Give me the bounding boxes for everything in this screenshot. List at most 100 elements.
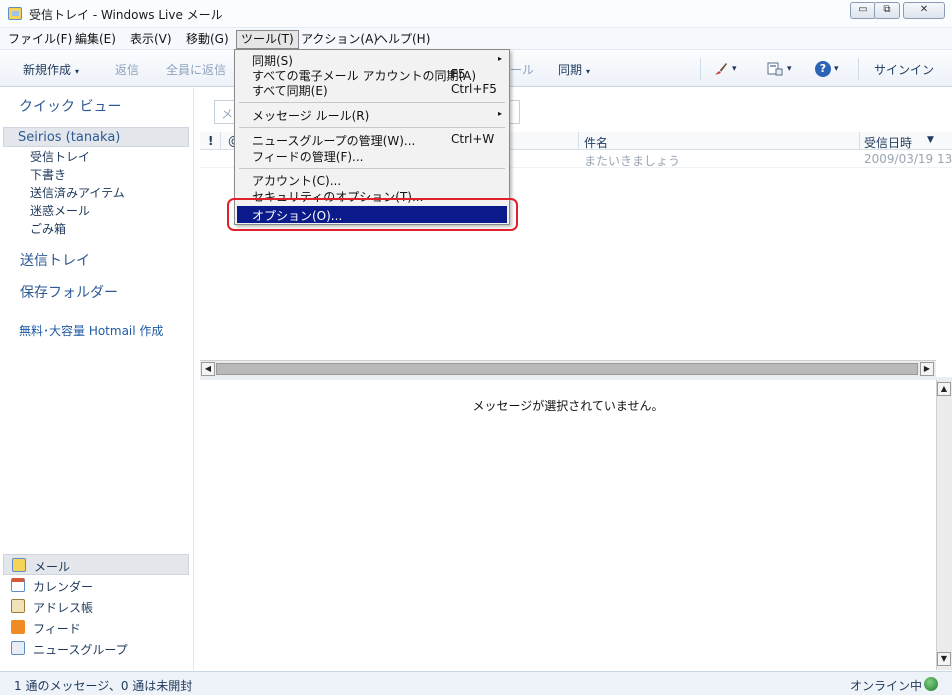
menu-help[interactable]: ヘルプ(H) xyxy=(376,31,430,49)
menu-item-message-rules[interactable]: メッセージ ルール(R) ▸ xyxy=(237,107,507,123)
folder-trash[interactable]: ごみ箱 xyxy=(30,220,66,237)
toolbar-divider xyxy=(700,58,701,80)
layout-icon[interactable] xyxy=(767,61,783,77)
menu-item-sync-all[interactable]: すべて同期(E) Ctrl+F5 xyxy=(237,82,507,98)
nav-mail[interactable]: メール xyxy=(3,554,189,575)
new-button-label: 新規作成 xyxy=(23,63,72,77)
newsgroup-icon xyxy=(11,641,25,655)
menu-actions[interactable]: アクション(A) xyxy=(301,31,378,49)
column-flag[interactable]: ! xyxy=(208,134,213,148)
submenu-arrow-icon: ▸ xyxy=(497,54,502,63)
menu-item-manage-feeds[interactable]: フィードの管理(F)... xyxy=(237,148,507,164)
nav-newsgroups[interactable]: ニュースグループ xyxy=(3,638,189,659)
folder-pane: クイック ビュー Seirios (tanaka) 受信トレイ 下書き 送信済み… xyxy=(0,88,194,670)
folder-storage[interactable]: 保存フォルダー xyxy=(20,282,118,302)
menu-item-manage-newsgroups[interactable]: ニュースグループの管理(W)... Ctrl+W xyxy=(237,132,507,148)
vertical-scrollbar[interactable]: ▲ ▼ xyxy=(936,380,952,670)
menu-item-sync-all-email[interactable]: すべての電子メール アカウントの同期(A) F5 xyxy=(237,67,507,83)
menu-item-shortcut: Ctrl+F5 xyxy=(451,82,497,96)
calendar-icon xyxy=(11,578,25,592)
scroll-up-icon[interactable]: ▲ xyxy=(937,382,951,396)
nav-calendar[interactable]: カレンダー xyxy=(3,575,189,596)
menu-edit[interactable]: 編集(E) xyxy=(75,31,116,49)
mail-button-partial[interactable]: ール xyxy=(510,61,534,78)
quick-view-link[interactable]: クイック ビュー xyxy=(19,96,121,116)
menu-item-label: ニュースグループの管理(W)... xyxy=(252,134,416,148)
menu-item-shortcut: F5 xyxy=(451,67,466,81)
preview-splitter[interactable] xyxy=(200,377,952,380)
folder-inbox[interactable]: 受信トレイ xyxy=(30,148,90,165)
column-subject[interactable]: 件名 xyxy=(584,134,608,151)
folder-drafts[interactable]: 下書き xyxy=(30,166,66,183)
window-title: 受信トレイ - Windows Live メール xyxy=(29,8,223,22)
nav-address-book-label: アドレス帳 xyxy=(33,601,94,615)
nav-feeds-label: フィード xyxy=(33,622,81,636)
nav-newsgroups-label: ニュースグループ xyxy=(33,643,128,657)
menu-file[interactable]: ファイル(F) xyxy=(8,31,72,49)
nav-address-book[interactable]: アドレス帳 xyxy=(3,596,189,617)
menu-separator xyxy=(239,127,505,128)
help-icon[interactable]: ? xyxy=(815,61,831,77)
online-status: オンライン中 xyxy=(849,679,922,693)
column-divider xyxy=(220,132,221,150)
chevron-down-icon[interactable]: ▾ xyxy=(787,64,792,74)
sync-button-label: 同期 xyxy=(558,63,583,77)
mail-icon xyxy=(12,558,26,572)
scroll-right-icon[interactable]: ▶ xyxy=(920,362,934,376)
feed-icon xyxy=(11,620,25,634)
message-subject: またいきましょう xyxy=(584,154,681,168)
scroll-left-icon[interactable]: ◀ xyxy=(201,362,215,376)
reply-all-button[interactable]: 全員に返信 xyxy=(166,61,226,78)
paintbrush-icon[interactable] xyxy=(713,61,729,77)
sync-button[interactable]: 同期 ▾ xyxy=(558,61,590,78)
windows-live-mail-icon xyxy=(8,7,22,20)
folder-sent[interactable]: 送信済みアイテム xyxy=(30,184,125,201)
menu-view[interactable]: 表示(V) xyxy=(130,31,172,49)
menu-go[interactable]: 移動(G) xyxy=(186,31,229,49)
signin-button[interactable]: サインイン xyxy=(874,61,934,78)
menu-item-label: メッセージ ルール(R) xyxy=(252,109,370,123)
chevron-down-icon[interactable]: ▾ xyxy=(732,64,737,74)
nav-feeds[interactable]: フィード xyxy=(3,617,189,638)
folder-outbox[interactable]: 送信トレイ xyxy=(20,250,90,270)
close-button[interactable]: ✕ xyxy=(903,2,945,19)
address-book-icon xyxy=(11,599,25,613)
message-received: 2009/03/19 13:50 xyxy=(864,152,952,166)
menu-separator xyxy=(239,168,505,169)
account-name: Seirios (tanaka) xyxy=(18,130,121,145)
menu-item-sync[interactable]: 同期(S) ▸ xyxy=(237,52,507,68)
reply-button[interactable]: 返信 xyxy=(115,61,139,78)
maximize-button[interactable]: ⧉ xyxy=(874,2,900,19)
status-bar: 1 通のメッセージ、0 通は未開封 オンライン中 xyxy=(0,671,952,695)
message-count: 1 通のメッセージ、0 通は未開封 xyxy=(14,679,193,693)
menu-separator xyxy=(239,102,505,103)
menu-item-label: フィードの管理(F)... xyxy=(252,150,364,164)
submenu-arrow-icon: ▸ xyxy=(497,109,502,118)
menu-tools[interactable]: ツール(T) xyxy=(236,30,299,49)
menu-bar: ファイル(F) 編集(E) 表示(V) 移動(G) ツール(T) アクション(A… xyxy=(0,28,952,50)
preview-empty-message: メッセージが選択されていません。 xyxy=(472,399,664,413)
new-button[interactable]: 新規作成 ▾ xyxy=(23,61,79,78)
chevron-down-icon[interactable]: ▾ xyxy=(834,64,839,74)
menu-item-shortcut: Ctrl+W xyxy=(451,132,495,146)
minimize-button[interactable]: ▭ xyxy=(850,2,876,19)
globe-icon xyxy=(924,677,938,691)
menu-item-accounts[interactable]: アカウント(C)... xyxy=(237,172,507,188)
account-header[interactable]: Seirios (tanaka) xyxy=(3,127,189,147)
menu-item-label: アカウント(C)... xyxy=(252,174,342,188)
column-received[interactable]: 受信日時 xyxy=(864,134,912,151)
scroll-down-icon[interactable]: ▼ xyxy=(937,652,951,666)
sort-descending-icon: ▼ xyxy=(927,135,934,145)
scrollbar-thumb[interactable] xyxy=(216,363,918,375)
menu-item-label: すべて同期(E) xyxy=(252,84,328,98)
title-bar: 受信トレイ - Windows Live メール ▭ ⧉ ✕ xyxy=(0,0,952,28)
nav-mail-label: メール xyxy=(34,560,71,574)
chevron-down-icon: ▾ xyxy=(586,67,591,76)
callout-highlight xyxy=(227,198,518,231)
toolbar-divider xyxy=(858,58,859,80)
chevron-down-icon: ▾ xyxy=(75,67,80,76)
horizontal-scrollbar[interactable]: ◀ ▶ xyxy=(200,360,936,377)
hotmail-promo-link[interactable]: 無料･大容量 Hotmail 作成 xyxy=(19,322,163,339)
search-placeholder: メ xyxy=(221,107,234,121)
folder-junk[interactable]: 迷惑メール xyxy=(30,202,90,219)
